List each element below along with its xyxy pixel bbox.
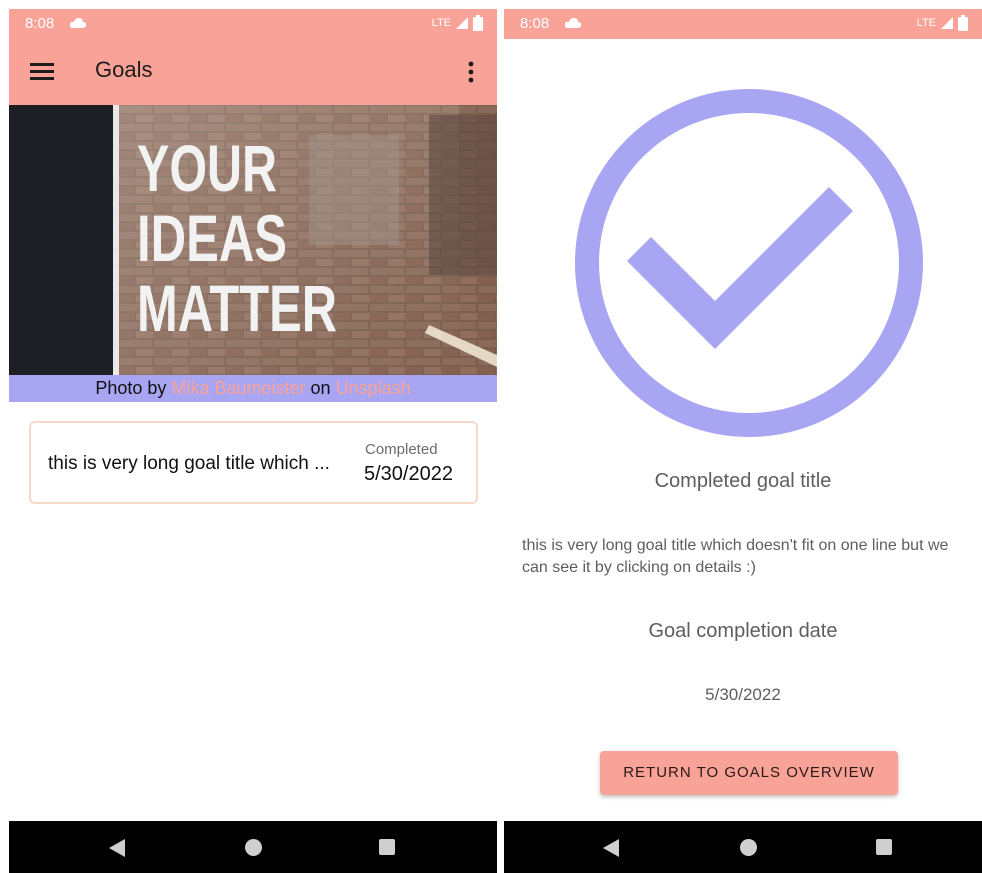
sign-text-line-1: YOUR (137, 131, 277, 205)
battery-icon (473, 15, 483, 31)
navigation-bar (9, 821, 497, 873)
signal-icon (941, 17, 953, 29)
recent-apps-icon[interactable] (379, 839, 395, 855)
hero-image: YOUR IDEAS MATTER (9, 105, 497, 375)
sign-text-line-2: IDEAS (137, 201, 287, 275)
signal-icon (456, 17, 468, 29)
status-bar: 8:08 LTE (9, 9, 497, 39)
photo-credit: Photo by Mika Baumeister on Unsplash (9, 375, 497, 402)
goal-card-status: Completed (365, 441, 438, 458)
goal-title-text: this is very long goal title which doesn… (522, 537, 949, 576)
completion-date-value: 5/30/2022 (705, 685, 781, 704)
status-time: 8:08 (25, 15, 55, 32)
credit-author-link[interactable]: Mika Baumeister (171, 378, 305, 398)
battery-icon (958, 15, 968, 31)
goal-details-screen: 8:08 LTE Completed goal title this is ve… (504, 9, 982, 873)
home-icon[interactable] (740, 839, 757, 856)
status-bar: 8:08 LTE (504, 9, 982, 39)
status-time: 8:08 (520, 15, 550, 32)
menu-icon[interactable] (29, 59, 55, 85)
goal-card-date: 5/30/2022 (364, 463, 453, 485)
more-vert-icon[interactable] (461, 59, 481, 85)
goals-screen: 8:08 LTE Goals YOUR IDEAS MATTER Photo b… (9, 9, 497, 873)
completion-date-label: Goal completion date (648, 620, 838, 642)
app-bar: Goals (9, 39, 497, 105)
back-icon[interactable] (109, 839, 125, 857)
credit-prefix: Photo by (95, 378, 167, 398)
credit-middle: on (310, 378, 331, 398)
status-icons: LTE (432, 15, 483, 31)
credit-source-link[interactable]: Unsplash (336, 378, 411, 398)
sign-text-line-3: MATTER (137, 271, 337, 345)
completed-title-label: Completed goal title (654, 470, 832, 492)
home-icon[interactable] (245, 839, 262, 856)
back-icon[interactable] (603, 839, 619, 857)
goal-card[interactable]: this is very long goal title which ... C… (29, 421, 478, 504)
recent-apps-icon[interactable] (876, 839, 892, 855)
status-icons: LTE (917, 15, 968, 31)
navigation-bar (504, 821, 982, 873)
cloud-icon (564, 18, 582, 28)
goal-card-title: this is very long goal title which ... (48, 453, 330, 474)
check-circle-icon (575, 89, 923, 437)
page-title: Goals (95, 57, 153, 82)
return-to-goals-button[interactable]: RETURN TO GOALS OVERVIEW (600, 751, 898, 795)
network-type: LTE (916, 17, 936, 29)
network-type: LTE (431, 17, 451, 29)
cloud-icon (69, 18, 87, 28)
